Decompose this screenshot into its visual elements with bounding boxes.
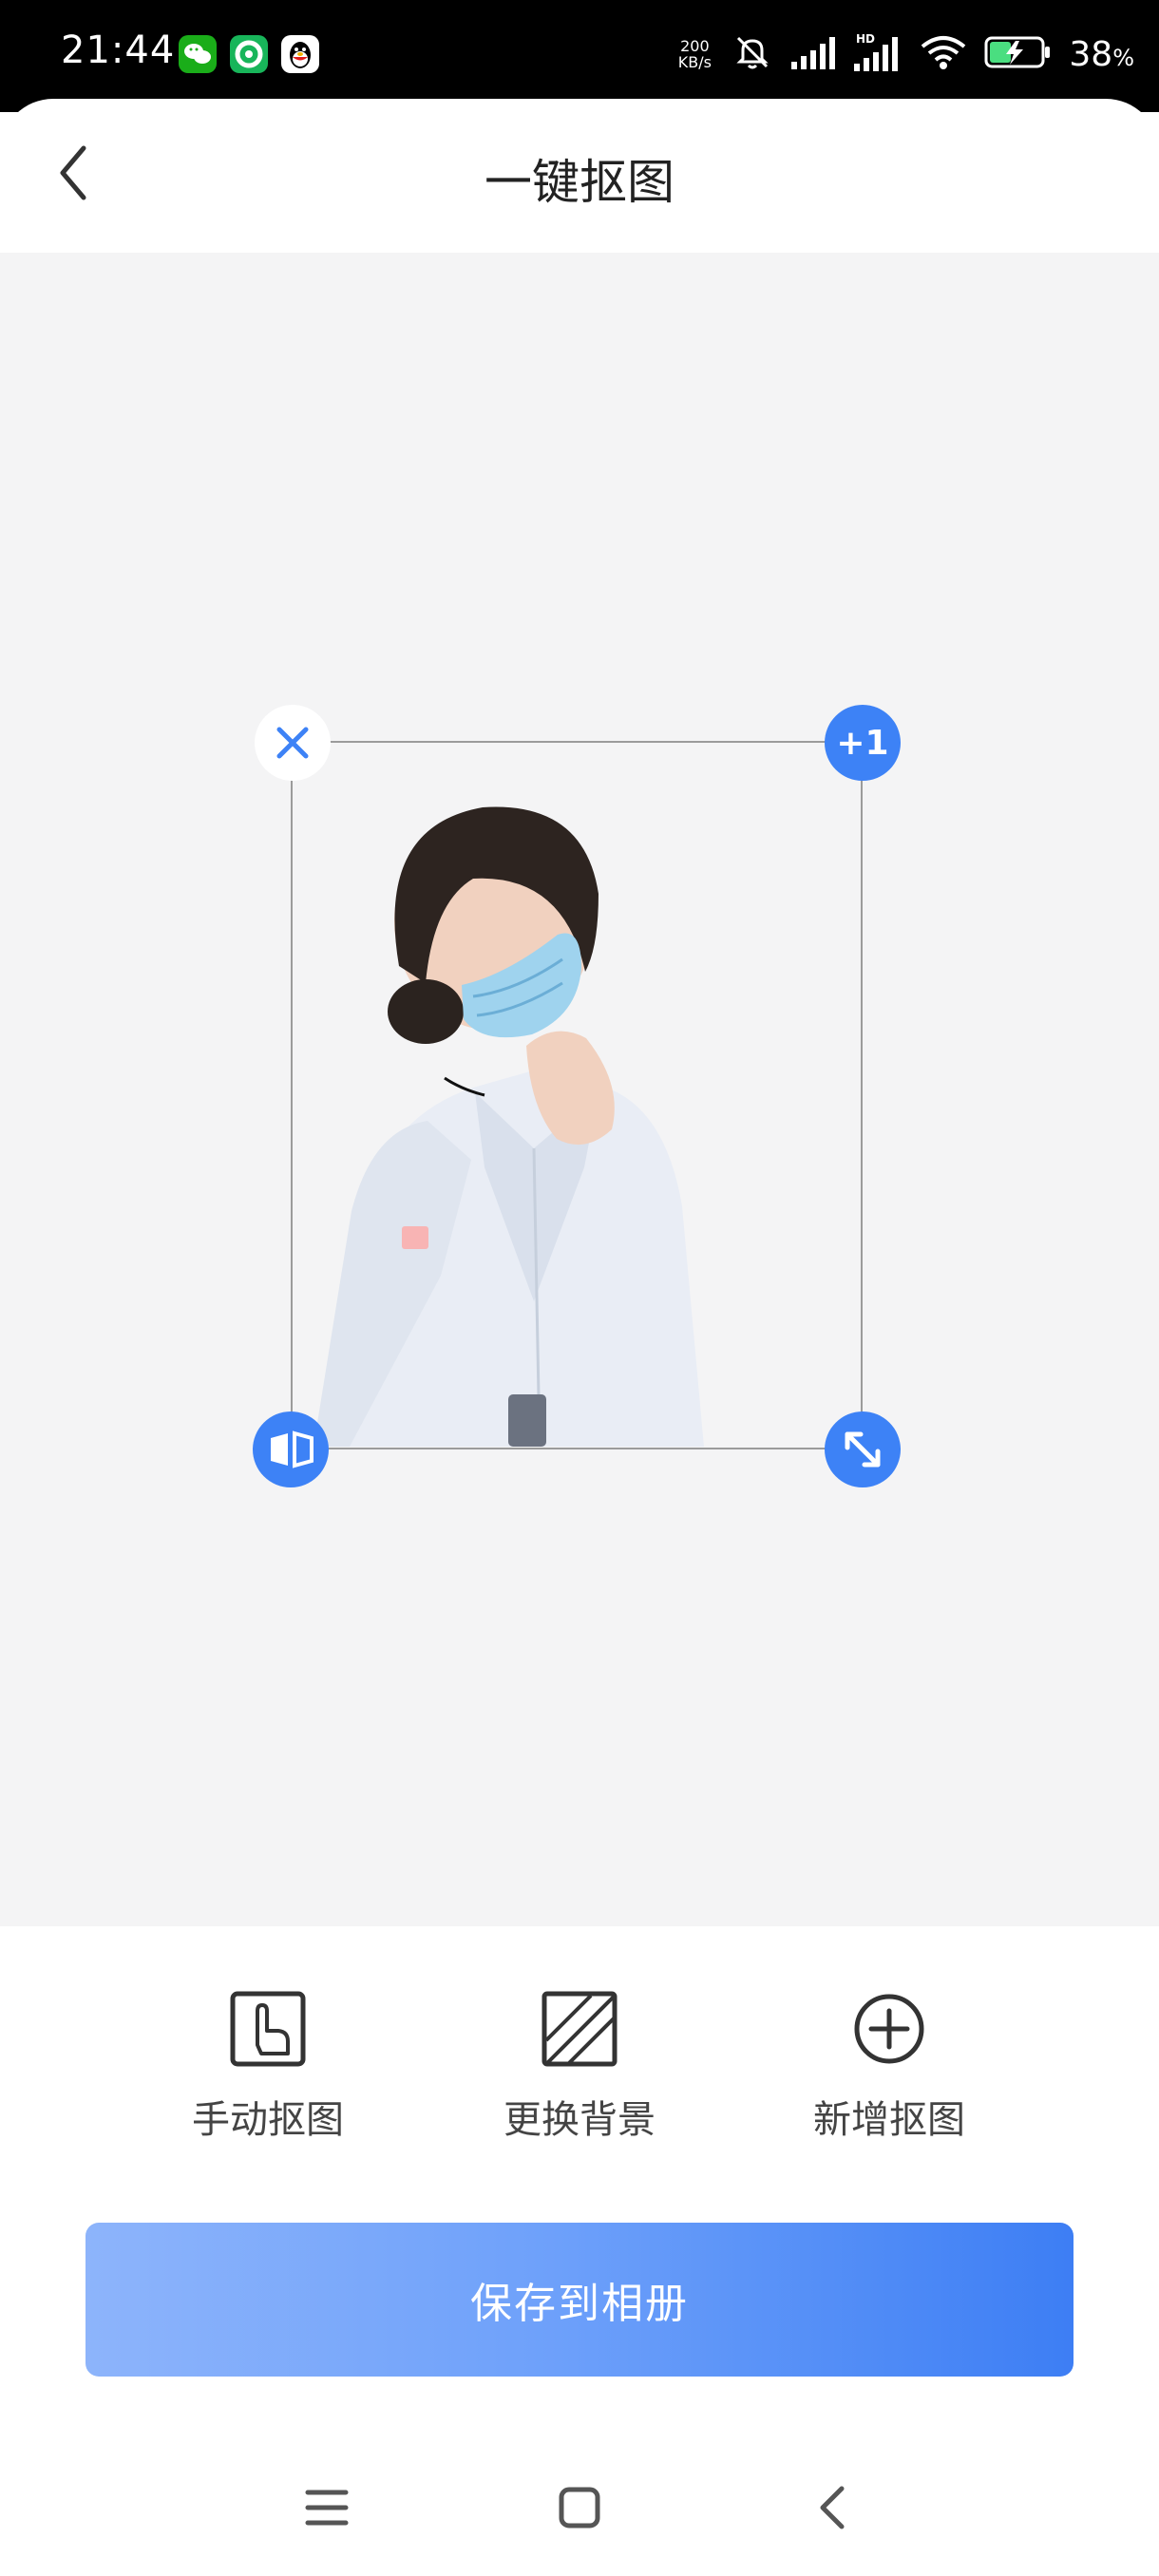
hand-pointer-icon: [230, 1991, 306, 2067]
manual-cutout-label: 手动抠图: [192, 2098, 344, 2142]
home-button[interactable]: [542, 2470, 618, 2546]
wifi-icon: [919, 33, 968, 75]
status-time: 21:44: [61, 28, 176, 72]
flip-icon: [271, 1430, 314, 1468]
header-bar: 一键抠图: [0, 99, 1159, 253]
mute-bell-icon: [731, 30, 774, 78]
duplicate-cutout-button[interactable]: +1: [825, 705, 901, 781]
manual-cutout-tool[interactable]: 手动抠图: [154, 1988, 382, 2144]
delete-cutout-button[interactable]: [255, 705, 331, 781]
menu-icon: [305, 2490, 349, 2526]
battery-percent-unit: %: [1112, 44, 1134, 71]
battery-percent-value: 38: [1069, 34, 1113, 74]
svg-text:HD: HD: [856, 32, 875, 46]
home-icon: [559, 2487, 600, 2529]
green-app-icon: [230, 35, 268, 73]
network-speed-value: 200: [680, 37, 710, 55]
status-right: 200 KB/s HD 38%: [674, 28, 1134, 80]
system-back-button[interactable]: [796, 2470, 872, 2546]
hd-signal-icon: HD: [852, 31, 903, 77]
wechat-icon: [179, 35, 217, 73]
resize-cutout-button[interactable]: [825, 1411, 901, 1487]
save-to-album-button[interactable]: 保存到相册: [86, 2223, 1074, 2377]
page-title: 一键抠图: [484, 155, 674, 210]
add-cutout-tool[interactable]: 新增抠图: [775, 1988, 1003, 2144]
network-speed-unit: KB/s: [677, 53, 712, 71]
back-icon: [820, 2486, 845, 2529]
signal-icon: [789, 33, 837, 75]
flip-cutout-button[interactable]: [253, 1411, 329, 1487]
status-bar: 21:44 200 KB/s HD 38%: [0, 0, 1159, 112]
duplicate-count-label: +1: [836, 723, 889, 763]
change-background-label: 更换背景: [504, 2098, 656, 2142]
plus-circle-icon: [854, 1994, 924, 2064]
resize-icon: [845, 1431, 881, 1468]
add-cutout-label: 新增抠图: [813, 2098, 965, 2142]
change-background-tool[interactable]: 更换背景: [466, 1988, 694, 2144]
qq-icon: [281, 35, 319, 73]
close-icon: [276, 727, 309, 759]
cutout-image[interactable]: [314, 774, 732, 1449]
diagonal-stripes-icon: [542, 1991, 618, 2067]
battery-charging-icon: [983, 33, 1054, 75]
network-speed: 200 KB/s: [674, 38, 715, 70]
recent-apps-button[interactable]: [289, 2470, 365, 2546]
battery-percentage: 38%: [1069, 35, 1134, 74]
